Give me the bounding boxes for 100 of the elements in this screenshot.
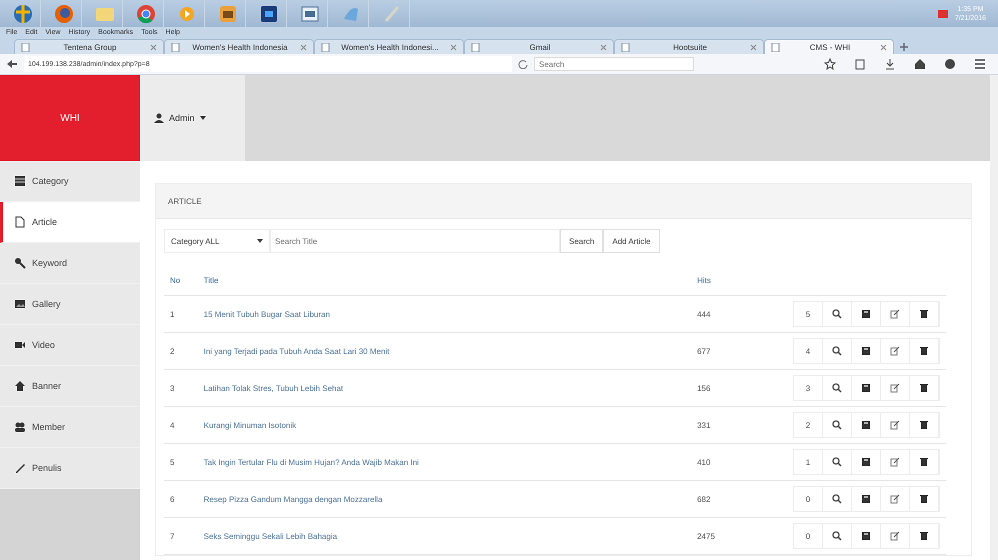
close-icon[interactable] bbox=[150, 44, 157, 50]
search-icon bbox=[832, 494, 842, 504]
browser-tab[interactable]: Tentena Group bbox=[14, 39, 164, 54]
hits-count: 156 bbox=[691, 370, 787, 406]
save-icon bbox=[861, 346, 871, 356]
close-icon[interactable] bbox=[750, 44, 757, 50]
browser-tab[interactable]: Hootsuite bbox=[614, 39, 764, 54]
page-icon bbox=[21, 42, 30, 52]
sidebar-item[interactable]: Keyword bbox=[0, 243, 140, 284]
document-icon bbox=[14, 216, 26, 228]
delete-icon bbox=[919, 531, 929, 541]
browser-tab[interactable]: Gmail bbox=[464, 39, 614, 54]
list-icon bbox=[14, 175, 26, 187]
users-icon bbox=[14, 421, 26, 433]
article-title[interactable]: Kurangi Minuman Isotonik bbox=[198, 406, 692, 444]
article-title[interactable]: Resep Pizza Gandum Mangga dengan Mozzarella bbox=[198, 480, 692, 518]
sidebar-item[interactable]: Banner bbox=[0, 366, 140, 407]
hits-count: 682 bbox=[691, 480, 787, 518]
browser-tab[interactable]: Women's Health Indonesi... bbox=[314, 39, 464, 54]
video-icon bbox=[14, 339, 26, 351]
delete-icon bbox=[919, 346, 929, 356]
delete-icon bbox=[919, 309, 929, 319]
delete-icon bbox=[919, 420, 929, 430]
caret-icon bbox=[200, 116, 206, 120]
search-icon bbox=[832, 531, 842, 541]
hits-count: 410 bbox=[691, 444, 787, 480]
sidebar-item[interactable]: Penulis bbox=[0, 448, 140, 489]
caret-icon bbox=[257, 239, 263, 243]
browser-tab[interactable]: Women's Health Indonesia bbox=[164, 39, 314, 54]
bookmark-star-icon[interactable] bbox=[824, 58, 836, 70]
home-icon bbox=[14, 380, 26, 392]
edit-icon bbox=[890, 346, 900, 356]
pencil-icon bbox=[14, 462, 26, 474]
sidebar-item[interactable]: Member bbox=[0, 407, 140, 448]
save-icon bbox=[861, 309, 871, 319]
column-header[interactable]: Hits bbox=[691, 265, 787, 296]
row-number: 1 bbox=[164, 296, 198, 332]
article-title[interactable]: 15 Menit Tubuh Bugar Saat Liburan bbox=[198, 296, 692, 332]
edit-icon bbox=[890, 494, 900, 504]
close-icon[interactable] bbox=[300, 44, 307, 50]
row-number: 7 bbox=[164, 518, 198, 554]
close-icon[interactable] bbox=[600, 44, 607, 50]
save-icon bbox=[861, 531, 871, 541]
brand-logo[interactable]: WHI bbox=[0, 75, 140, 161]
hits-count: 2475 bbox=[691, 518, 787, 554]
search-icon bbox=[832, 383, 842, 393]
article-title[interactable]: Ini yang Terjadi pada Tubuh Anda Saat Lari 30 Menit bbox=[198, 332, 692, 370]
page-icon bbox=[471, 42, 480, 52]
sidebar-item[interactable]: Video bbox=[0, 325, 140, 366]
hits-count: 677 bbox=[691, 332, 787, 370]
sidebar-item[interactable]: Category bbox=[0, 161, 140, 202]
edit-icon bbox=[890, 383, 900, 393]
edit-icon bbox=[890, 531, 900, 541]
delete-icon bbox=[919, 494, 929, 504]
search-icon bbox=[832, 457, 842, 467]
save-icon bbox=[861, 494, 871, 504]
article-title[interactable]: Tak Ingin Tertular Flu di Musim Hujan? Anda Wajib Makan Ini bbox=[198, 444, 692, 480]
save-icon bbox=[861, 383, 871, 393]
article-title[interactable]: Latihan Tolak Stres, Tubuh Lebih Sehat bbox=[198, 370, 692, 406]
hits-count: 331 bbox=[691, 406, 787, 444]
column-header[interactable]: Title bbox=[198, 265, 692, 296]
back-icon[interactable] bbox=[6, 59, 18, 69]
panel-title: ARTICLE bbox=[156, 184, 971, 219]
page-icon bbox=[171, 42, 180, 52]
close-icon[interactable] bbox=[880, 44, 887, 50]
edit-icon bbox=[890, 457, 900, 467]
row-number: 6 bbox=[164, 480, 198, 518]
column-header[interactable]: No bbox=[164, 265, 198, 296]
delete-icon bbox=[919, 383, 929, 393]
reload-icon[interactable] bbox=[518, 59, 528, 69]
home-icon[interactable] bbox=[914, 58, 926, 70]
row-number: 5 bbox=[164, 444, 198, 480]
menu-icon[interactable] bbox=[974, 58, 986, 70]
save-icon bbox=[861, 457, 871, 467]
new-tab-icon[interactable] bbox=[900, 42, 908, 50]
row-number: 4 bbox=[164, 406, 198, 444]
row-number: 2 bbox=[164, 332, 198, 370]
flag-icon[interactable] bbox=[936, 8, 949, 20]
search-icon bbox=[832, 420, 842, 430]
user-icon bbox=[154, 113, 164, 123]
page-icon bbox=[621, 42, 630, 52]
search-field[interactable]: Search bbox=[534, 57, 694, 71]
category-dropdown[interactable]: Category ALL bbox=[164, 229, 270, 253]
sidebar-item[interactable]: Article bbox=[0, 202, 140, 243]
user-menu[interactable]: Admin bbox=[140, 75, 245, 161]
page-icon bbox=[771, 42, 780, 52]
edit-icon bbox=[890, 420, 900, 430]
browser-tab[interactable]: CMS - WHI bbox=[764, 39, 894, 54]
search-field[interactable]: Search Title bbox=[270, 229, 560, 253]
row-number: 3 bbox=[164, 370, 198, 406]
edit-icon bbox=[890, 309, 900, 319]
sidebar-item[interactable]: Gallery bbox=[0, 284, 140, 325]
close-icon[interactable] bbox=[450, 44, 457, 50]
search-button[interactable]: Search bbox=[560, 229, 604, 253]
download-icon[interactable] bbox=[884, 58, 896, 70]
add-article-button[interactable]: Add Article bbox=[603, 229, 660, 253]
hits-count: 444 bbox=[691, 296, 787, 332]
article-title[interactable]: Seks Seminggu Sekali Lebih Bahagia bbox=[198, 518, 692, 554]
delete-icon bbox=[919, 457, 929, 467]
search-icon bbox=[832, 346, 842, 356]
